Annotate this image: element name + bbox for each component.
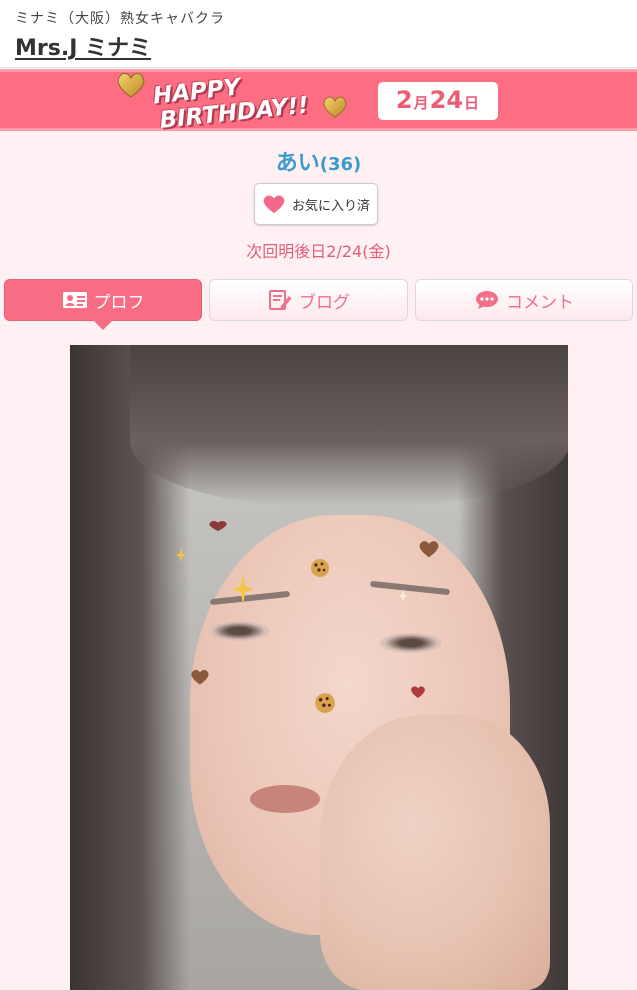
footer-strip — [0, 990, 637, 1000]
brown-heart-sticker — [191, 669, 209, 685]
brown-heart-sticker — [419, 541, 439, 558]
cast-name-row: あい(36) — [0, 145, 637, 177]
photo-hand — [320, 715, 550, 990]
birthday-date-badge: 2 月 24 日 — [378, 82, 498, 120]
photo-eye — [208, 621, 270, 641]
tab-comment-label: コメント — [506, 292, 574, 313]
next-work-schedule: 次回明後日2/24(金) — [246, 242, 391, 261]
blog-edit-icon — [269, 290, 292, 310]
brown-heart-sticker — [411, 686, 425, 698]
comment-bubble-icon — [476, 291, 498, 309]
brown-heart-sticker — [209, 521, 227, 531]
cookie-sticker — [311, 559, 329, 577]
birthday-month: 2 — [395, 86, 413, 114]
birthday-banner: HAPPY BIRTHDAY!! — [0, 69, 637, 134]
gold-heart-icon — [117, 72, 145, 98]
birthday-month-unit: 月 — [413, 94, 429, 112]
cast-name: あい — [275, 151, 320, 176]
cast-age: (36) — [319, 154, 362, 175]
profile-card-icon — [62, 292, 87, 308]
area-genre-label: ミナミ（大阪）熟女キャバクラ — [15, 11, 225, 27]
happy-birthday-heading: HAPPY BIRTHDAY!! — [152, 66, 336, 135]
active-tab-pointer — [93, 320, 113, 330]
tab-blog-label: ブログ — [299, 292, 350, 313]
sparkle-sticker — [232, 573, 254, 605]
shop-name-link[interactable]: Mrs.J ミナミ — [15, 30, 151, 62]
sparkle-sticker — [398, 589, 408, 603]
photo-hair — [130, 345, 568, 505]
tab-profile[interactable]: プロフ — [4, 279, 202, 321]
cookie-sticker — [315, 693, 335, 713]
tab-comment[interactable]: コメント — [415, 279, 633, 321]
tab-blog[interactable]: ブログ — [209, 279, 408, 321]
heart-icon — [263, 195, 285, 213]
photo-lips — [250, 785, 320, 813]
site-header: ミナミ（大阪）熟女キャバクラ Mrs.J ミナミ — [0, 0, 637, 68]
birthday-day: 24 — [429, 86, 464, 114]
tab-profile-label: プロフ — [93, 292, 145, 313]
favorite-button-label: お気に入り済 — [291, 198, 370, 214]
cast-profile-photo — [70, 345, 568, 990]
photo-eye — [380, 633, 442, 653]
birthday-day-unit: 日 — [464, 94, 480, 112]
favorite-button[interactable]: お気に入り済 — [254, 183, 378, 225]
sparkle-sticker — [175, 547, 187, 563]
